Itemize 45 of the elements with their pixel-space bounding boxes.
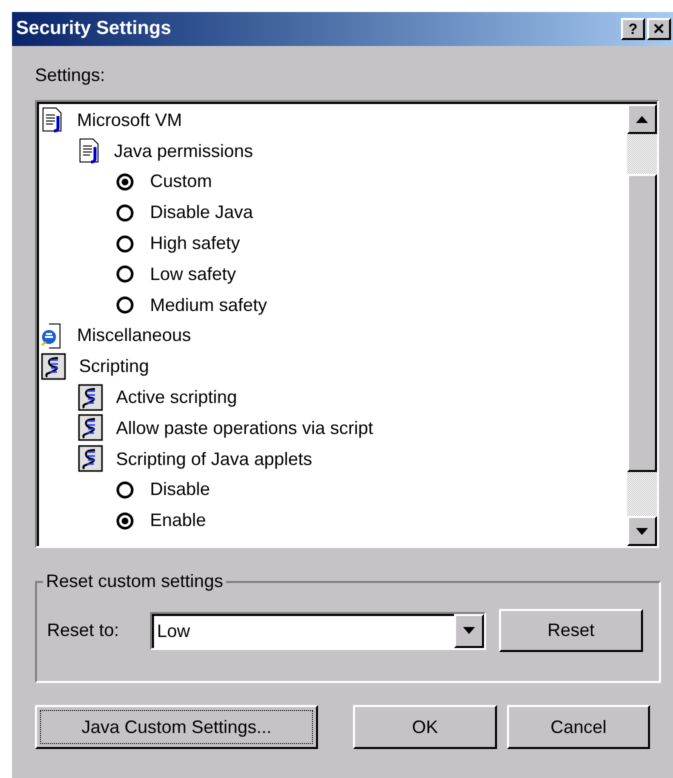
tree-item-label[interactable]: Java permissions xyxy=(114,138,254,165)
radio-button[interactable] xyxy=(116,204,134,222)
script-icon xyxy=(78,414,104,442)
tree-item-label[interactable]: Scripting of Java applets xyxy=(116,446,312,473)
reset-button[interactable]: Reset xyxy=(499,609,643,652)
dropdown-value: Low xyxy=(157,620,190,643)
scroll-thumb[interactable] xyxy=(627,174,657,472)
script-icon xyxy=(78,384,104,412)
script-icon xyxy=(78,445,104,474)
radio-button[interactable] xyxy=(116,234,134,253)
help-button[interactable]: ? xyxy=(621,18,645,40)
option-label[interactable]: Enable xyxy=(150,507,206,534)
ok-button[interactable]: OK xyxy=(353,705,497,749)
radio-button[interactable] xyxy=(116,265,134,284)
settings-label: Settings: xyxy=(35,64,106,87)
option-label[interactable]: Medium safety xyxy=(150,292,268,319)
tree-item-label[interactable]: Scripting xyxy=(79,353,150,380)
option-label[interactable]: Custom xyxy=(150,168,212,196)
close-button[interactable]: ✕ xyxy=(647,18,671,40)
reset-level-dropdown[interactable]: Low xyxy=(150,612,486,650)
settings-tree[interactable] xyxy=(35,100,659,548)
up-arrow-icon xyxy=(636,116,648,122)
dropdown-button[interactable] xyxy=(454,614,484,648)
option-label[interactable]: Disable Java xyxy=(150,199,254,226)
window-title: Security Settings xyxy=(16,16,172,41)
java-settings-button[interactable]: Java Custom Settings... xyxy=(35,705,318,749)
reset-to-label: Reset to: xyxy=(47,619,120,642)
option-label[interactable]: High safety xyxy=(150,230,240,258)
scrollbar[interactable] xyxy=(627,102,657,546)
radio-button[interactable] xyxy=(116,172,134,191)
tree-item-label[interactable]: Allow paste operations via script xyxy=(116,414,374,442)
radio-button[interactable] xyxy=(116,296,134,314)
radio-button[interactable] xyxy=(116,480,134,499)
script-icon xyxy=(41,352,67,381)
tree-item-label[interactable]: Microsoft VM xyxy=(77,106,182,134)
tree-item-label[interactable]: Active scripting xyxy=(116,384,238,412)
down-arrow-icon xyxy=(636,528,648,534)
scroll-up-button[interactable] xyxy=(627,104,657,134)
down-arrow-icon xyxy=(463,627,475,634)
scroll-down-button[interactable] xyxy=(627,516,657,546)
option-label[interactable]: Low safety xyxy=(150,260,236,288)
option-label[interactable]: Disable xyxy=(150,476,210,504)
radio-button[interactable] xyxy=(116,512,134,530)
cancel-button[interactable]: Cancel xyxy=(506,705,650,749)
tree-item-label[interactable]: Miscellaneous xyxy=(77,322,192,350)
